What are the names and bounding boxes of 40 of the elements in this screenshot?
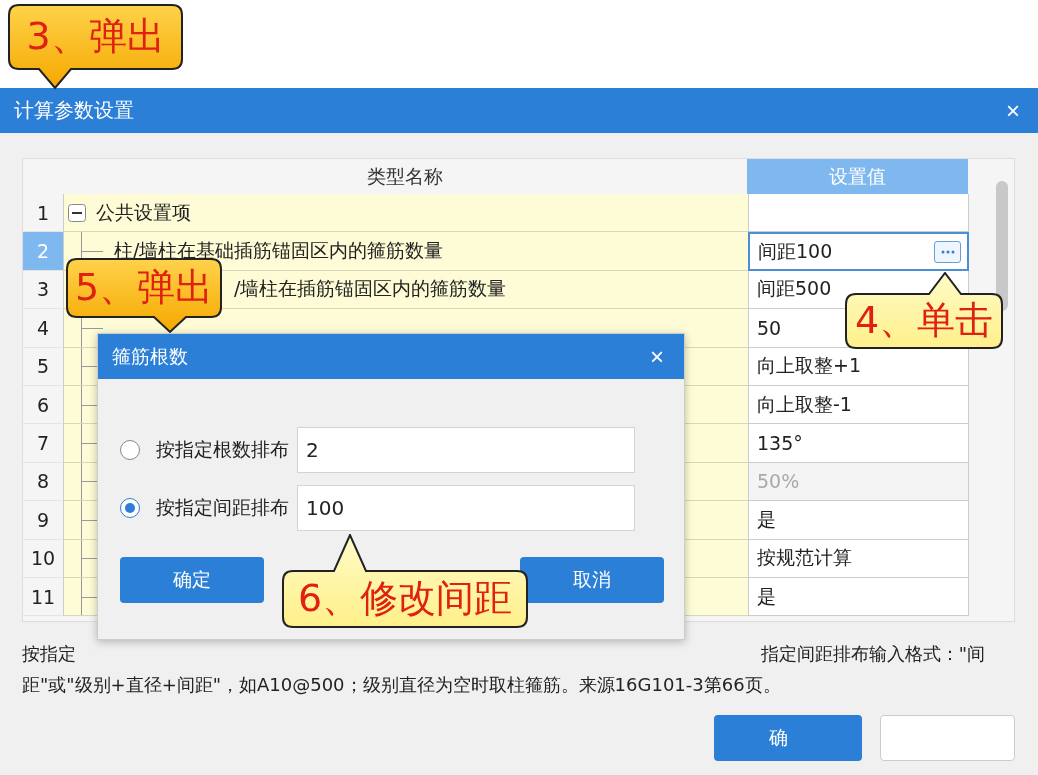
description-text: 按指定 (22, 642, 76, 666)
dialog-button[interactable]: 取消 (520, 557, 664, 603)
dialog-button[interactable]: 确定 (120, 557, 264, 603)
option-label: 按指定根数排布 (156, 437, 289, 462)
close-button[interactable]: × (644, 341, 670, 372)
callout-text: 4、单击 (854, 300, 994, 342)
setting-value: 50% (757, 470, 800, 493)
footer-button[interactable]: 确 (714, 715, 862, 761)
setting-value: 间距100 (758, 238, 833, 264)
callout-text: 5、弹出 (74, 267, 214, 309)
window-title: 计算参数设置 (14, 97, 134, 124)
setting-value: 是 (757, 583, 776, 609)
value-cell[interactable] (748, 194, 969, 233)
radio-button[interactable] (120, 498, 140, 518)
callout-text: 6、修改间距 (297, 578, 513, 620)
setting-value: 135° (757, 432, 803, 455)
collapse-icon[interactable] (68, 203, 86, 222)
setting-value: 向上取整-1 (757, 391, 852, 417)
description-text: 指定间距排布输入格式："间 (760, 642, 985, 666)
column-header: 设置值 (747, 159, 968, 194)
dialog-title: 箍筋根数 (112, 343, 188, 369)
column-header: 类型名称 (366, 163, 444, 189)
setting-value: 是 (757, 506, 776, 532)
option-label: 按指定间距排布 (156, 495, 289, 520)
close-button[interactable]: × (1002, 96, 1024, 125)
ellipsis-icon (939, 248, 956, 255)
input-field[interactable]: 2 (297, 427, 635, 473)
setting-value: 向上取整+1 (757, 353, 861, 379)
setting-value: 间距500 (757, 276, 832, 302)
setting-name: /墙柱在插筋锚固区内的箍筋数量 (234, 276, 507, 302)
description-text: 距"或"级别+直径+间距"，如A10@500；级别直径为空时取柱箍筋。来源16G101-3第66页。 (22, 673, 782, 697)
group-name: 公共设置项 (96, 199, 191, 225)
callout-text: 3、弹出 (26, 16, 165, 58)
radio-button[interactable] (120, 440, 140, 460)
setting-value: 50 (757, 316, 782, 339)
value-field[interactable]: 间距100 (748, 232, 969, 271)
input-field[interactable]: 100 (297, 485, 635, 531)
more-button[interactable] (934, 240, 961, 263)
scrollbar-thumb[interactable] (996, 181, 1008, 311)
setting-value: 按规范计算 (757, 545, 852, 571)
